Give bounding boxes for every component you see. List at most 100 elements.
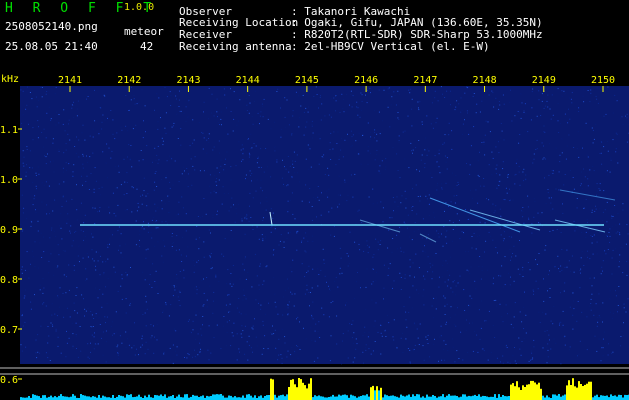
level-bar bbox=[334, 396, 336, 400]
level-bar bbox=[118, 395, 120, 400]
time-tick-label: 2144 bbox=[236, 75, 260, 86]
level-bar bbox=[384, 394, 386, 400]
level-bar bbox=[530, 380, 532, 400]
level-bar bbox=[208, 396, 210, 400]
level-bar bbox=[62, 396, 64, 400]
level-bar bbox=[218, 394, 220, 400]
level-bar bbox=[452, 395, 454, 400]
level-bar bbox=[584, 384, 586, 400]
level-bar bbox=[362, 395, 364, 400]
level-bar bbox=[478, 394, 480, 400]
level-bar bbox=[546, 395, 548, 400]
level-bar bbox=[504, 396, 506, 400]
level-bar bbox=[610, 394, 612, 400]
level-bar bbox=[352, 395, 354, 400]
level-bar bbox=[50, 395, 52, 400]
level-bar bbox=[296, 387, 298, 400]
level-bar bbox=[310, 378, 312, 400]
level-bar bbox=[34, 394, 36, 400]
time-tick-label: 2142 bbox=[117, 75, 141, 86]
freq-tick-label: 1.1 bbox=[0, 125, 18, 136]
level-bar bbox=[254, 395, 256, 400]
level-bar bbox=[512, 383, 514, 400]
level-bar bbox=[432, 395, 434, 400]
level-bar bbox=[164, 394, 166, 400]
header: H R O F F T 1.0.0 2508052140.png 25.08.0… bbox=[0, 0, 629, 72]
level-bar bbox=[38, 396, 40, 400]
time-tick-label: 2141 bbox=[58, 75, 82, 86]
level-bar bbox=[466, 396, 468, 400]
level-bar bbox=[144, 395, 146, 400]
spectrogram-panel: 2141 2142 2143 2144 2145 2146 2147 2148 2149 2150… bbox=[0, 72, 629, 400]
level-bar bbox=[88, 396, 90, 400]
level-bar bbox=[154, 395, 156, 400]
level-bar bbox=[482, 395, 484, 400]
level-bar bbox=[502, 395, 504, 400]
level-bar bbox=[194, 395, 196, 400]
level-bar bbox=[570, 385, 572, 400]
level-bar bbox=[368, 396, 370, 400]
level-bar bbox=[540, 388, 542, 400]
level-bar bbox=[138, 394, 140, 400]
level-bar bbox=[578, 381, 580, 400]
level-bar bbox=[158, 395, 160, 400]
level-bar bbox=[344, 394, 346, 400]
location-label: Receiving Location bbox=[179, 16, 299, 29]
level-bar bbox=[122, 396, 124, 400]
level-bar bbox=[234, 396, 236, 400]
level-bar bbox=[522, 385, 524, 400]
level-bar bbox=[536, 384, 538, 400]
level-bar bbox=[288, 387, 290, 400]
level-bar bbox=[534, 382, 536, 400]
level-bar bbox=[270, 378, 272, 400]
level-bar bbox=[58, 395, 60, 400]
level-bar bbox=[438, 396, 440, 400]
level-bar bbox=[626, 395, 628, 400]
freq-tick-label: 0.9 bbox=[0, 225, 18, 236]
level-bar bbox=[426, 394, 428, 400]
level-bar bbox=[74, 395, 76, 400]
level-bar bbox=[514, 386, 516, 400]
level-bar bbox=[542, 395, 544, 400]
spectrogram: 2141 2142 2143 2144 2145 2146 2147 2148 2149 2150… bbox=[0, 72, 629, 400]
level-bar bbox=[448, 394, 450, 400]
level-bar bbox=[418, 394, 420, 400]
level-bar bbox=[64, 396, 66, 400]
level-bar bbox=[316, 396, 318, 400]
level-bar bbox=[104, 396, 106, 400]
level-bar bbox=[216, 394, 218, 400]
file-name: 2508052140.png bbox=[5, 20, 98, 33]
level-bar bbox=[606, 395, 608, 400]
level-bar bbox=[128, 394, 130, 400]
level-bar bbox=[406, 395, 408, 400]
level-bar bbox=[392, 395, 394, 400]
frequency-unit: kHz bbox=[1, 74, 19, 85]
level-bar bbox=[476, 396, 478, 400]
level-bar bbox=[472, 395, 474, 400]
level-bar bbox=[250, 395, 252, 400]
level-bar bbox=[192, 394, 194, 400]
level-bar bbox=[102, 395, 104, 400]
level-bar bbox=[378, 390, 380, 400]
level-bar bbox=[354, 396, 356, 400]
level-bar bbox=[376, 386, 378, 400]
level-bar bbox=[562, 395, 564, 400]
level-bar bbox=[36, 395, 38, 400]
level-bar bbox=[574, 386, 576, 400]
level-bar bbox=[178, 394, 180, 400]
level-bar bbox=[336, 396, 338, 400]
level-bar bbox=[82, 395, 84, 400]
level-bar bbox=[248, 394, 250, 400]
level-bar bbox=[414, 396, 416, 400]
level-bar bbox=[60, 394, 62, 400]
level-bar bbox=[524, 387, 526, 400]
level-bar bbox=[196, 395, 198, 400]
level-bar bbox=[364, 395, 366, 400]
level-bar bbox=[612, 395, 614, 400]
file-datetime: 25.08.05 21:40 bbox=[5, 40, 98, 53]
level-bar bbox=[374, 390, 376, 400]
level-bar bbox=[200, 396, 202, 400]
level-bar bbox=[568, 380, 570, 400]
level-bar bbox=[148, 394, 150, 400]
level-bar bbox=[422, 396, 424, 400]
